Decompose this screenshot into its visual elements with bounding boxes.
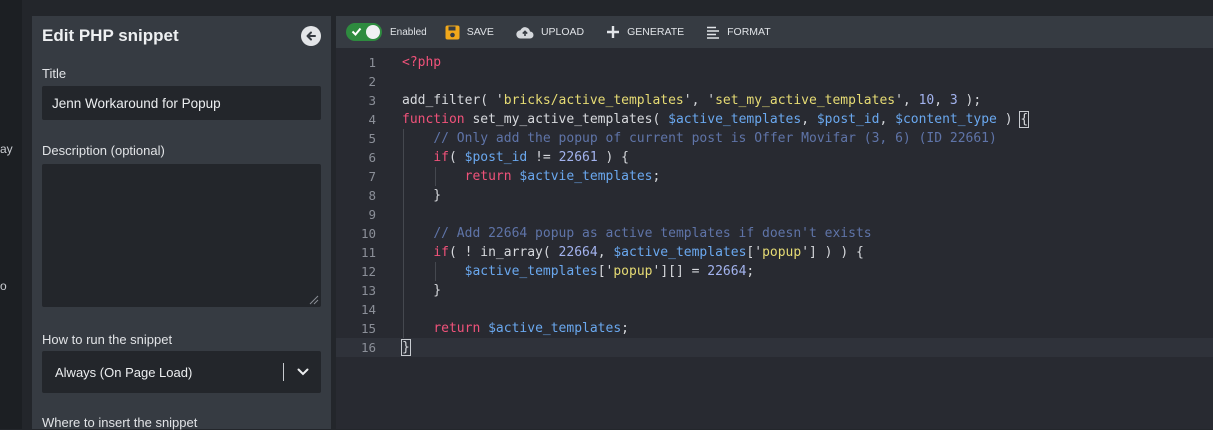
line-number: 9 <box>368 207 376 222</box>
insert-location-label: Where to insert the snippet <box>42 415 198 430</box>
code-text: } <box>402 188 442 203</box>
upload-button[interactable]: UPLOAD <box>516 26 584 39</box>
code-text: function set_my_active_templates( $activ… <box>402 111 1030 128</box>
chevron-down-icon[interactable] <box>284 368 321 376</box>
code-line[interactable]: 3 add_filter( 'bricks/active_templates', … <box>336 91 1213 110</box>
line-number: 16 <box>360 340 376 355</box>
line-number: 2 <box>368 74 376 89</box>
code-line[interactable]: 15 return $active_templates; <box>336 319 1213 338</box>
upload-label: UPLOAD <box>540 26 585 38</box>
code-line[interactable]: 8 } <box>336 186 1213 205</box>
indent-guide <box>435 262 436 281</box>
indent-guide <box>403 281 404 300</box>
code-line[interactable]: 5 // Only add the popup of current post … <box>336 129 1213 148</box>
line-number: 12 <box>360 264 376 279</box>
indent-guide <box>403 205 404 224</box>
enabled-label: Enabled <box>390 26 427 38</box>
indent-guide <box>403 300 404 319</box>
line-number: 3 <box>368 93 376 108</box>
line-number: 13 <box>360 283 376 298</box>
panel-title: Edit PHP snippet <box>42 26 179 45</box>
back-arrow-icon <box>306 31 316 41</box>
line-number: 11 <box>360 245 376 260</box>
indent-guide <box>403 129 404 148</box>
code-text: if( $post_id != 22661 ) { <box>433 150 630 165</box>
indent-guide <box>403 186 404 205</box>
generate-button[interactable]: GENERATE <box>606 25 684 39</box>
line-number: 5 <box>368 131 376 146</box>
line-number: 4 <box>368 112 376 127</box>
code-text: return $actvie_templates; <box>464 169 661 184</box>
indent-guide <box>435 167 436 186</box>
code-text: return $active_templates; <box>433 321 629 336</box>
code-line[interactable]: 13 } <box>336 281 1213 300</box>
code-text: } <box>401 339 411 356</box>
line-number: 1 <box>368 55 376 70</box>
sidebar-text-fragment[interactable]: ay <box>0 142 13 156</box>
indent-guide <box>403 243 404 262</box>
description-label: Description (optional) <box>42 143 165 158</box>
line-number: 10 <box>360 226 376 241</box>
code-editor: Enabled SAVE UPLOAD GENERATE FORMAT 1 <?… <box>336 16 1213 429</box>
code-line[interactable]: 16} <box>336 338 1213 357</box>
code-line[interactable]: 4 function set_my_active_templates( $acti… <box>336 110 1213 129</box>
code-text: // Only add the popup of current post is… <box>433 131 997 146</box>
title-label: Title <box>42 66 67 81</box>
line-number: 7 <box>368 169 376 184</box>
code-line[interactable]: 11 if( ! in_array( 22664, $active_templa… <box>336 243 1213 262</box>
sidebar-text-fragment[interactable]: o <box>0 279 7 293</box>
sidebar-edge: ay o <box>0 0 22 429</box>
run-mode-select[interactable]: Always (On Page Load) <box>42 351 321 393</box>
code-line[interactable]: 10 // Add 22664 popup as active template… <box>336 224 1213 243</box>
indent-guide <box>403 167 404 186</box>
code-line[interactable]: 1 <?php <box>336 53 1213 72</box>
line-number: 8 <box>368 188 376 203</box>
save-button[interactable]: SAVE <box>445 25 494 40</box>
code-line[interactable]: 2 <box>336 72 1213 91</box>
format-label: FORMAT <box>727 26 771 38</box>
back-button[interactable] <box>301 26 321 46</box>
format-lines-icon <box>706 26 720 39</box>
run-mode-value: Always (On Page Load) <box>55 364 193 380</box>
code-text: <?php <box>402 55 442 70</box>
code-line[interactable]: 12 $active_templates['popup'][] = 22664; <box>336 262 1213 281</box>
indent-guide <box>403 262 404 281</box>
title-input[interactable] <box>42 86 321 120</box>
editor-toolbar: Enabled SAVE UPLOAD GENERATE FORMAT <box>336 16 1213 48</box>
run-mode-label: How to run the snippet <box>42 332 173 347</box>
snippet-settings-panel: Edit PHP snippet Title Description (opti… <box>32 16 331 430</box>
resize-grip-icon[interactable] <box>309 295 319 305</box>
code-text: add_filter( 'bricks/active_templates', '… <box>402 93 982 108</box>
code-text: } <box>402 283 442 298</box>
indent-guide <box>403 319 404 338</box>
format-button[interactable]: FORMAT <box>706 26 771 39</box>
description-textarea[interactable] <box>42 164 321 307</box>
code-area[interactable]: 1 <?php 2 3 add_filter( 'bricks/active_templ… <box>336 53 1213 357</box>
code-line[interactable]: 7 return $actvie_templates; <box>336 167 1213 186</box>
code-text: // Add 22664 popup as active templates i… <box>433 226 872 241</box>
save-icon <box>445 25 460 40</box>
line-number: 6 <box>368 150 376 165</box>
generate-label: GENERATE <box>627 26 685 38</box>
line-number: 15 <box>360 321 376 336</box>
plus-icon <box>606 25 620 39</box>
code-text: $active_templates['popup'][] = 22664; <box>464 264 755 279</box>
code-line[interactable]: 9 <box>336 205 1213 224</box>
code-line[interactable]: 14 <box>336 300 1213 319</box>
save-label: SAVE <box>466 26 494 38</box>
indent-guide <box>403 148 404 167</box>
check-icon <box>351 27 362 36</box>
code-line[interactable]: 6 if( $post_id != 22661 ) { <box>336 148 1213 167</box>
line-number: 14 <box>360 302 376 317</box>
code-text: if( ! in_array( 22664, $active_templates… <box>433 245 864 260</box>
toggle-knob <box>366 25 380 39</box>
cloud-upload-icon <box>516 26 534 39</box>
indent-guide <box>403 224 404 243</box>
enabled-toggle[interactable] <box>346 23 382 41</box>
